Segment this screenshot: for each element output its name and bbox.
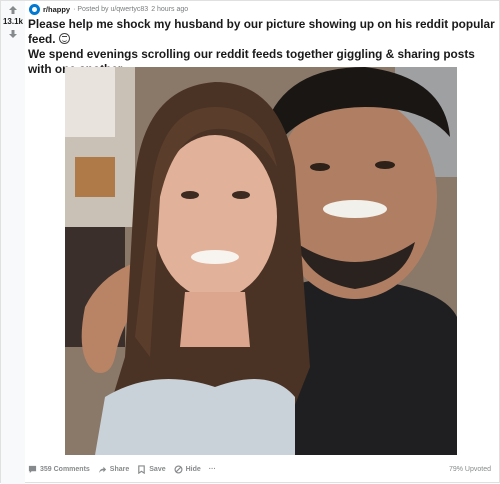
post-card: 13.1k r/happy · Posted by u/qwertyc83 2 … bbox=[0, 0, 500, 484]
arrow-down-icon bbox=[9, 30, 17, 38]
save-button[interactable]: Save bbox=[137, 464, 166, 474]
comments-label: 359 Comments bbox=[40, 465, 90, 473]
upvote-button[interactable] bbox=[6, 4, 20, 16]
couple-photo bbox=[65, 67, 457, 455]
more-options-icon: ··· bbox=[208, 465, 216, 473]
share-icon bbox=[98, 466, 106, 473]
post-footer: 359 Comments Share Save Hide ··· 79% Upv… bbox=[28, 461, 491, 477]
comments-button[interactable]: 359 Comments bbox=[28, 465, 90, 474]
share-label: Share bbox=[109, 465, 130, 473]
posted-by[interactable]: · Posted by u/qwertyc83 bbox=[73, 6, 148, 13]
hide-label: Hide bbox=[185, 465, 201, 473]
hide-button[interactable]: Hide bbox=[174, 464, 201, 474]
vote-score: 13.1k bbox=[2, 17, 24, 26]
more-options-button[interactable]: ··· bbox=[209, 466, 216, 473]
smile-emoji-icon bbox=[58, 33, 70, 44]
hide-icon bbox=[174, 464, 183, 474]
comment-icon bbox=[28, 465, 37, 473]
upvote-ratio: 79% Upvoted bbox=[448, 465, 491, 473]
save-label: Save bbox=[149, 465, 166, 473]
post-meta: r/happy · Posted by u/qwertyc83 2 hours … bbox=[29, 3, 188, 16]
bookmark-icon bbox=[138, 464, 146, 474]
downvote-button[interactable] bbox=[6, 28, 20, 40]
share-button[interactable]: Share bbox=[98, 465, 129, 474]
vote-column: 13.1k bbox=[1, 1, 25, 484]
post-title-text: Please help me shock my husband by our p… bbox=[28, 17, 495, 46]
subreddit-icon[interactable] bbox=[29, 4, 40, 15]
subreddit-link[interactable]: r/happy bbox=[43, 5, 70, 14]
arrow-up-icon bbox=[9, 6, 17, 14]
post-time: 2 hours ago bbox=[151, 6, 189, 13]
post-image[interactable] bbox=[65, 67, 457, 455]
